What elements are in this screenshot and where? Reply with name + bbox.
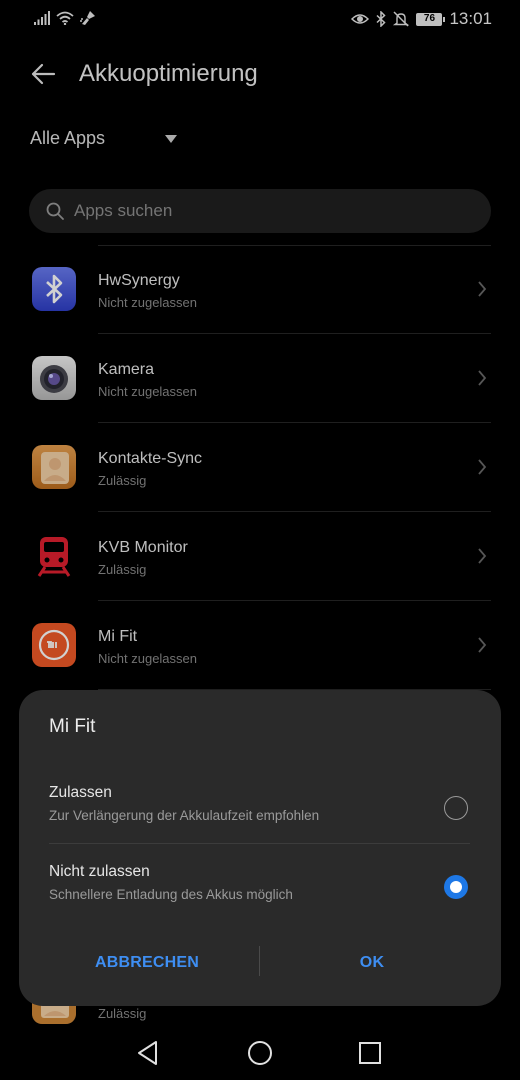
nav-recents-button[interactable] — [355, 1038, 385, 1068]
button-divider — [259, 946, 260, 976]
battery-optimization-dialog: Mi Fit Zulassen Zur Verlängerung der Akk… — [19, 690, 501, 1006]
app-status: Zulässig — [98, 562, 147, 577]
cancel-button[interactable]: ABBRECHEN — [47, 948, 247, 978]
contacts-app-icon — [32, 445, 76, 489]
square-recents-icon — [359, 1042, 381, 1064]
chevron-right-icon — [478, 281, 487, 297]
bluetooth-icon — [376, 11, 387, 27]
app-name: HwSynergy — [98, 272, 180, 289]
search-bar[interactable] — [29, 189, 491, 233]
option-title: Nicht zulassen — [49, 863, 150, 880]
chevron-right-icon — [478, 637, 487, 653]
filter-label: Alle Apps — [30, 128, 106, 148]
caret-down-icon — [165, 134, 178, 143]
list-item[interactable]: Mi Fit Nicht zugelassen — [0, 601, 520, 690]
triangle-back-icon — [138, 1041, 157, 1065]
option-allow[interactable]: Zulassen Zur Verlängerung der Akkulaufze… — [19, 772, 501, 850]
cleaner-icon — [80, 11, 95, 25]
search-icon — [46, 202, 64, 220]
ok-button[interactable]: OK — [272, 948, 472, 978]
chevron-right-icon — [478, 370, 487, 386]
option-title: Zulassen — [49, 784, 112, 801]
radio-button-allow[interactable] — [444, 796, 468, 820]
back-button[interactable] — [28, 58, 60, 90]
app-status: Zulässig — [98, 473, 147, 488]
battery-icon: 76 — [416, 12, 446, 26]
option-subtitle: Zur Verlängerung der Akkulaufzeit empfoh… — [49, 808, 320, 823]
title-bar: Akkuoptimierung — [0, 52, 520, 96]
app-status: Zulässig — [98, 1006, 147, 1021]
back-arrow-icon — [31, 63, 56, 85]
app-filter-dropdown[interactable]: Alle Apps — [30, 128, 178, 149]
app-list: HwSynergy Nicht zugelassen Kamera Nicht … — [0, 245, 520, 690]
list-item[interactable]: KVB Monitor Zulässig — [0, 512, 520, 601]
nav-back-button[interactable] — [134, 1038, 164, 1068]
mi-app-icon — [32, 623, 76, 667]
status-bar: 76 13:01 — [0, 0, 520, 38]
option-divider — [49, 843, 470, 844]
option-disallow[interactable]: Nicht zulassen Schnellere Entladung des … — [19, 851, 501, 929]
app-status: Nicht zugelassen — [98, 384, 197, 399]
list-item[interactable]: Kamera Nicht zugelassen — [0, 334, 520, 423]
app-name: Mi Fit — [98, 628, 138, 645]
navigation-bar — [0, 1028, 520, 1080]
app-status: Nicht zugelassen — [98, 651, 197, 666]
mute-icon — [393, 11, 410, 27]
app-name: KVB Monitor — [98, 539, 188, 556]
status-time: 13:01 — [449, 9, 492, 28]
bluetooth-app-icon — [32, 267, 76, 311]
app-name: Kamera — [98, 361, 155, 378]
option-subtitle: Schnellere Entladung des Akkus möglich — [49, 887, 293, 902]
wifi-icon — [56, 11, 74, 25]
circle-home-icon — [248, 1041, 272, 1065]
list-item[interactable]: Kontakte-Sync Zulässig — [0, 423, 520, 512]
search-input[interactable] — [74, 201, 454, 221]
screen: 76 13:01 Akkuoptimierung Alle Apps Apps … — [0, 0, 520, 1080]
signal-icon — [34, 11, 50, 25]
nav-home-button[interactable] — [245, 1038, 275, 1068]
eye-icon — [351, 14, 370, 24]
app-status: Nicht zugelassen — [98, 295, 197, 310]
dialog-title: Mi Fit — [49, 716, 96, 737]
chevron-right-icon — [478, 459, 487, 475]
tram-app-icon — [32, 534, 76, 578]
camera-app-icon — [32, 356, 76, 400]
app-name: Kontakte-Sync — [98, 450, 203, 467]
list-item[interactable]: HwSynergy Nicht zugelassen — [0, 245, 520, 334]
page-title: Akkuoptimierung — [79, 60, 258, 87]
chevron-right-icon — [478, 548, 487, 564]
radio-button-disallow[interactable] — [444, 875, 468, 899]
